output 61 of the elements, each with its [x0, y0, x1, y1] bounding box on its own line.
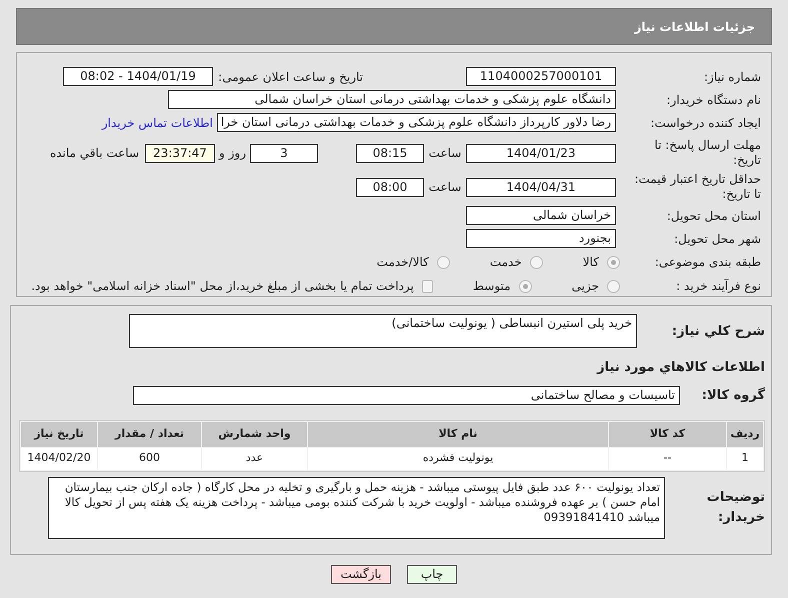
- radio-button[interactable]: [607, 280, 620, 292]
- time-label: ساعت: [428, 179, 462, 196]
- print-button[interactable]: چاپ: [407, 565, 457, 584]
- radio-label: متوسط: [472, 278, 511, 295]
- field-label: حداقل تاریخ اعتبار قیمت: تا تاریخ:: [633, 172, 761, 202]
- page-title: جزئیات اطلاعات نیاز: [634, 18, 755, 36]
- input-field[interactable]: 1404/01/23: [466, 144, 616, 162]
- field-label: شماره نیاز:: [703, 68, 761, 84]
- radio-button[interactable]: [607, 256, 620, 268]
- field-label: مهلت ارسال پاسخ: تا تاریخ:: [653, 138, 761, 168]
- radio-label: جزیی: [572, 278, 599, 295]
- input-field[interactable]: بجنورد: [466, 229, 616, 248]
- column-header: تعداد / مقدار: [98, 422, 201, 446]
- remaining-time-field[interactable]: 23:37:47: [145, 144, 215, 162]
- field-label: نوع فرآیند خرید :: [675, 278, 761, 294]
- back-button[interactable]: بازگشت: [331, 565, 391, 584]
- field-label: ایجاد کننده درخواست:: [649, 114, 761, 130]
- radio-button[interactable]: [530, 256, 543, 268]
- radio-button[interactable]: [518, 280, 532, 292]
- column-header: نام کالا: [308, 422, 608, 446]
- input-field[interactable]: 3: [250, 144, 318, 162]
- table-cell: 1: [727, 448, 763, 470]
- field-label: شهر محل تحویل:: [673, 230, 761, 246]
- column-header: ردیف: [727, 422, 763, 446]
- field-label: گروه کالا:: [700, 386, 765, 405]
- table-cell: یونولیت فشرده: [308, 448, 608, 470]
- input-field[interactable]: 1104000257000101: [466, 67, 616, 86]
- buyer-contact-link[interactable]: اطلاعات تماس خریدار: [102, 114, 213, 132]
- input-field[interactable]: 08:00: [356, 178, 424, 196]
- field-label: تاریخ و ساعت اعلان عمومی:: [217, 68, 363, 84]
- time-label: ساعت: [428, 145, 462, 162]
- radio-label: کالا/خدمت: [376, 254, 429, 271]
- table-cell: 600: [98, 448, 201, 470]
- input-field[interactable]: تاسیسات و مصالح ساختمانی: [133, 386, 680, 406]
- remaining-label: ساعت باقي مانده: [50, 145, 139, 162]
- field-label: نام دستگاه خریدار:: [666, 92, 761, 108]
- input-field[interactable]: 1404/04/31: [466, 178, 616, 196]
- input-field[interactable]: رضا دلاور کارپرداز دانشگاه علوم پزشکی و خدمات بهداشتی درمانی استان خرا: [217, 113, 616, 132]
- input-field[interactable]: 1404/01/19 - 08:02: [63, 67, 213, 86]
- radio-label: کالا: [582, 254, 599, 271]
- days-label: روز و: [218, 145, 247, 162]
- table-cell: 1404/02/20: [21, 448, 97, 470]
- field-label: طبقه بندی موضوعی:: [654, 254, 761, 270]
- input-field[interactable]: 08:15: [356, 144, 424, 162]
- input-field[interactable]: دانشگاه علوم پزشکی و خدمات بهداشتی درمانی استان خراسان شمالی: [168, 90, 616, 109]
- column-header: کد کالا: [609, 422, 726, 446]
- field-label: شرح کلي نیاز:: [670, 323, 765, 341]
- text-area[interactable]: خرید پلی استیرن انبساطی ( یونولیت ساختمانی): [129, 314, 637, 348]
- column-header: واحد شمارش: [202, 422, 307, 446]
- field-label: استان محل تحویل:: [666, 208, 761, 224]
- input-field[interactable]: خراسان شمالی: [466, 206, 616, 225]
- checkbox-label: پرداخت تمام یا بخشی از مبلغ خرید،از محل "اسناد خزانه اسلامی" خواهد بود.: [31, 278, 414, 295]
- table-cell: عدد: [202, 448, 307, 470]
- text-area[interactable]: تعداد یونولیت ۶۰۰ عدد طبق فایل پیوستی میباشد - هزینه حمل و بارگیری و تخلیه در محل کارگاه ( جاده ارکان جنب بیمارستان امام حسن ) بر عهده فروشنده میباشد - اولویت خرید با شرکت کننده بومی میباشد - پرداخت هزینه یک هفته پس از تحویل کالا میباشد 09391841410: [48, 476, 665, 538]
- column-header: تاریخ نیاز: [21, 422, 97, 446]
- radio-button[interactable]: [436, 256, 450, 268]
- section-heading: اطلاعات کالاهاي مورد نیاز: [597, 360, 765, 375]
- radio-label: خدمت: [490, 254, 522, 271]
- field-label: توضیحات خریدار:: [706, 489, 765, 526]
- checkbox[interactable]: [422, 280, 433, 292]
- table-cell: --: [609, 448, 726, 470]
